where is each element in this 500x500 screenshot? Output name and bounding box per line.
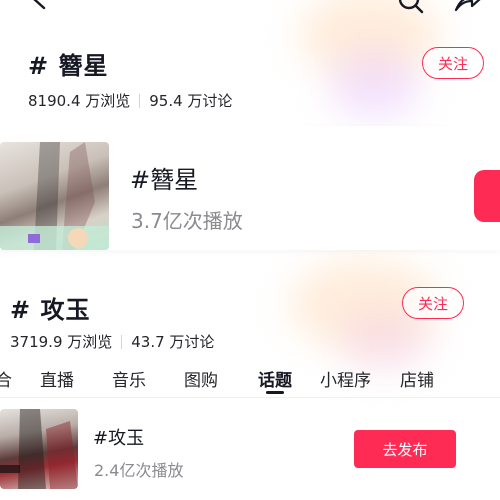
tab-shops[interactable]: 店铺 (400, 366, 434, 388)
views-count: 8190.4 万浏览 (28, 92, 131, 110)
topic-stats: 8190.4 万浏览 95.4 万讨论 (28, 90, 232, 111)
stats-divider (139, 93, 141, 108)
tab-shopping[interactable]: 图购 (184, 366, 218, 388)
result-title[interactable]: #攻玉 (93, 424, 144, 450)
discussion-count-2: 43.7 万讨论 (131, 333, 215, 351)
result-thumbnail[interactable] (0, 409, 78, 489)
tab-mini-programs[interactable]: 小程序 (320, 366, 371, 388)
tab-topics[interactable]: 话题 (258, 366, 292, 388)
follow-button-2[interactable]: 关注 (402, 287, 464, 319)
follow-button[interactable]: 关注 (422, 47, 484, 79)
views-count-2: 3719.9 万浏览 (10, 333, 113, 351)
card-topic-title: #簪星 (130, 166, 199, 194)
discussion-count: 95.4 万讨论 (149, 92, 233, 110)
card-play-count: 3.7亿次播放 (131, 209, 243, 233)
result-play-count: 2.4亿次播放 (94, 461, 184, 480)
topic-title: # 簪星 (28, 52, 109, 80)
share-icon[interactable] (452, 0, 482, 16)
stats-divider-2 (121, 334, 123, 349)
result-thumbnail-image (0, 409, 78, 489)
search-tab-bar: 综合 直播 音乐 图购 话题 小程序 店铺 (0, 364, 500, 388)
active-tab-indicator (266, 391, 284, 394)
topic-title-2: # 攻玉 (10, 296, 91, 324)
topic-stats-2: 3719.9 万浏览 43.7 万讨论 (10, 331, 214, 352)
publish-button[interactable]: 去发布 (354, 430, 456, 468)
decorative-blob (340, 310, 430, 370)
video-thumbnail-icon (0, 142, 109, 250)
tab-live[interactable]: 直播 (40, 366, 74, 388)
side-tab[interactable] (474, 170, 500, 222)
search-icon[interactable] (396, 0, 426, 16)
tab-general[interactable]: 综合 (0, 366, 12, 388)
divider (0, 397, 500, 398)
tab-music[interactable]: 音乐 (112, 366, 146, 388)
video-thumbnail[interactable] (0, 142, 109, 250)
back-arrow-icon[interactable] (28, 0, 50, 10)
decorative-blob (330, 50, 420, 120)
